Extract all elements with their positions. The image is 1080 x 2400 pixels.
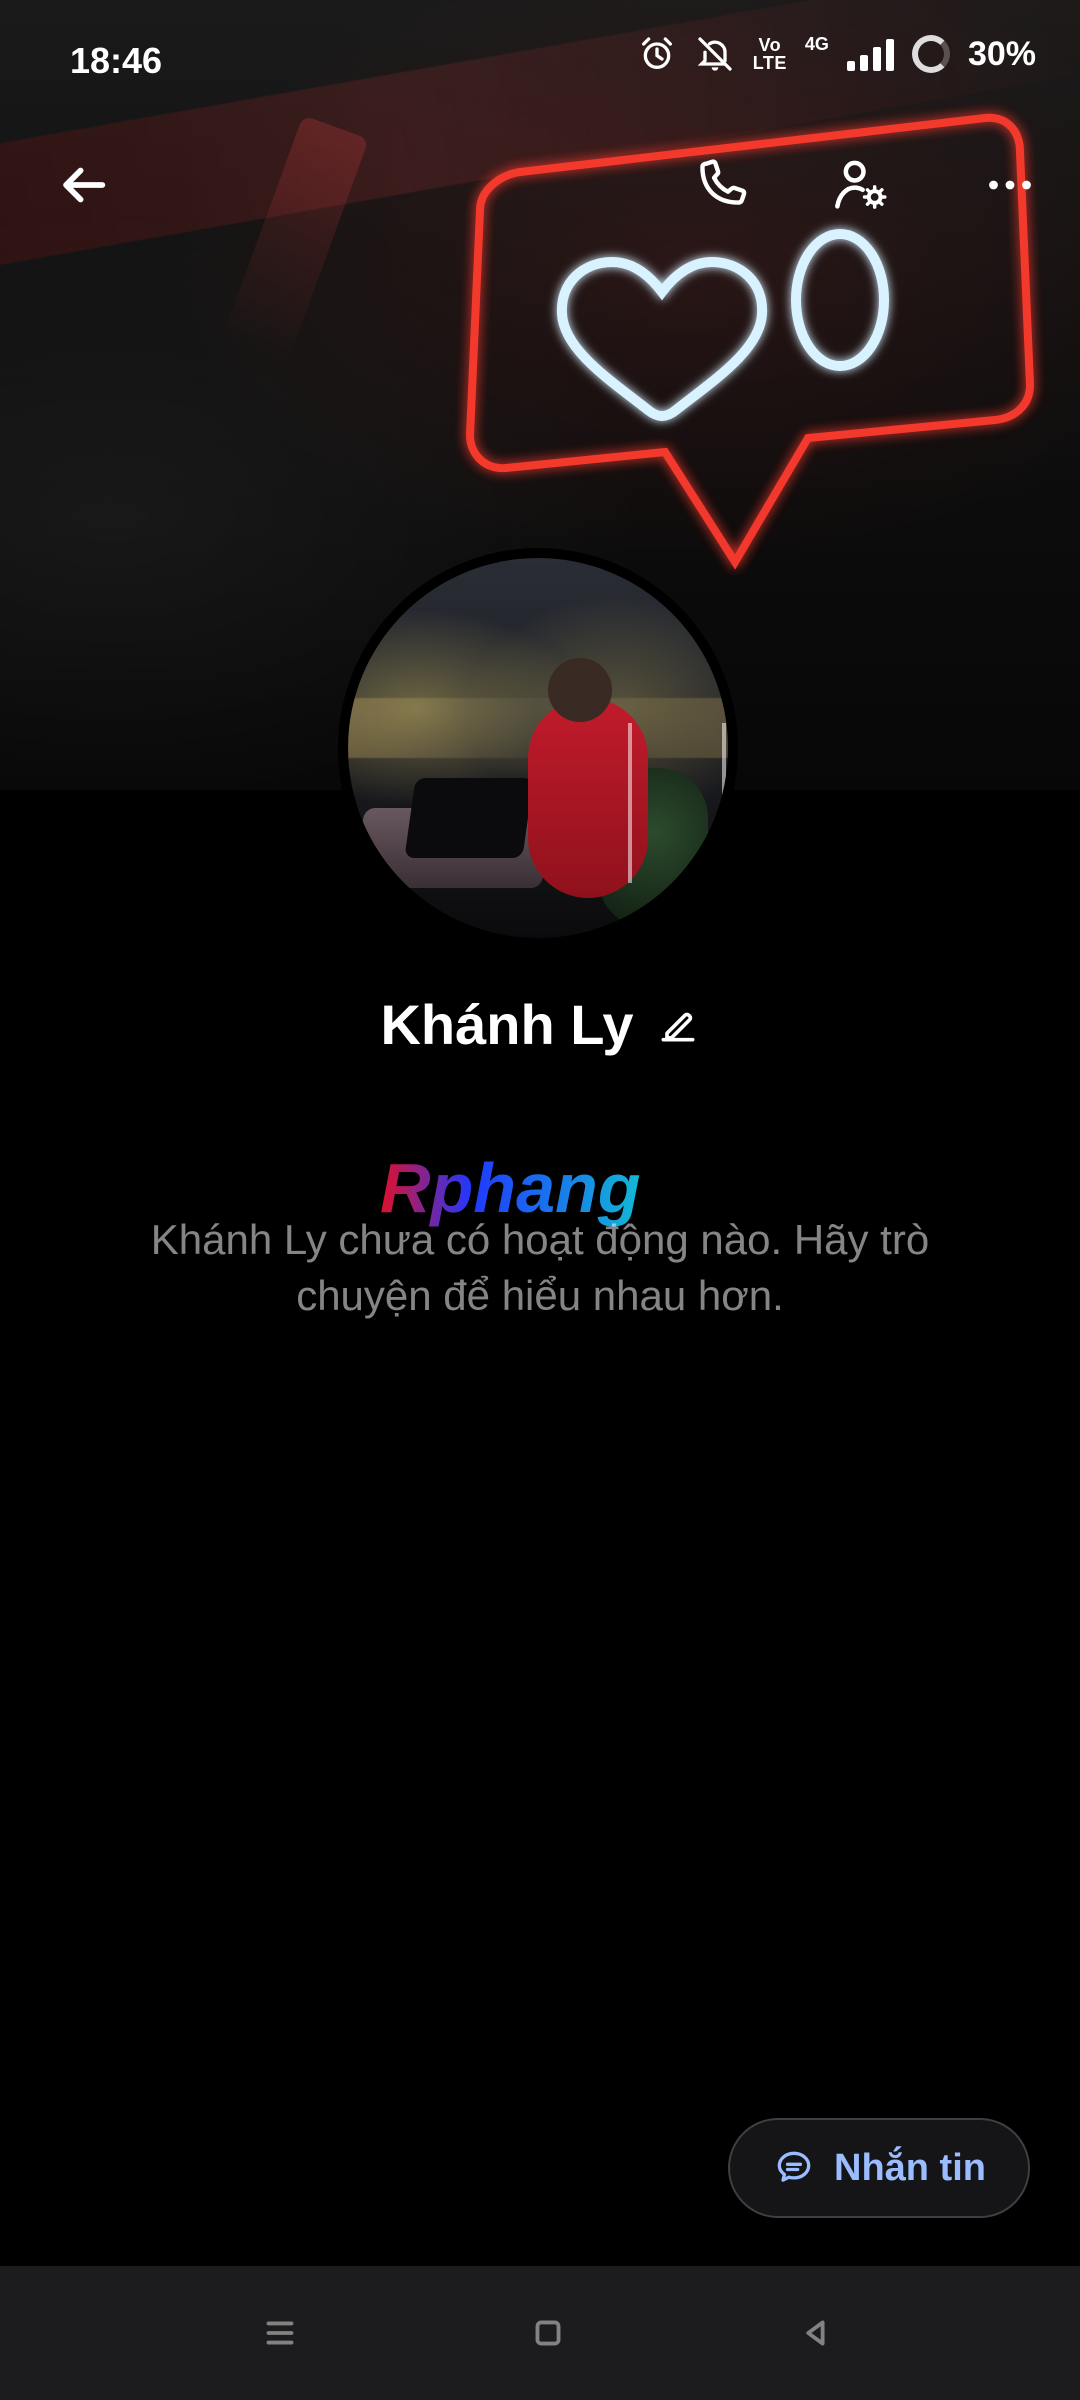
- empty-activity-line-1: Khánh Ly chưa có hoạt động nào. Hãy trò: [150, 1216, 930, 1263]
- mute-icon: [697, 37, 732, 71]
- phone-icon: [700, 159, 747, 205]
- more-options-button[interactable]: [965, 140, 1055, 230]
- system-navigation-bar: [0, 2266, 1080, 2400]
- more-horizontal-icon: [989, 180, 1031, 190]
- edit-name-button[interactable]: [656, 1003, 700, 1047]
- avatar-railing: [628, 723, 726, 883]
- status-icons: Vo LTE 4G 30%: [637, 34, 1036, 74]
- volte-indicator: Vo LTE: [752, 35, 787, 73]
- data-type: 4G: [804, 33, 829, 54]
- home-icon: [535, 2320, 561, 2346]
- battery-percentage: 30%: [967, 34, 1036, 73]
- signal-icon: [846, 37, 894, 71]
- call-button[interactable]: [675, 140, 765, 230]
- nav-home-button[interactable]: [478, 2266, 618, 2400]
- message-button[interactable]: Nhắn tin: [728, 2118, 1030, 2218]
- back-arrow-icon: [63, 167, 106, 203]
- empty-activity-message: Khánh Ly chưa có hoạt động nào. Hãy trò …: [100, 1212, 980, 1324]
- top-action-bar: [0, 140, 1080, 230]
- nav-back-icon: [806, 2320, 825, 2346]
- nav-menu-button[interactable]: [210, 2266, 350, 2400]
- status-time: 18:46: [70, 40, 163, 81]
- pencil-icon: [661, 1012, 695, 1041]
- battery-ring-icon: [911, 35, 950, 73]
- profile-name: Khánh Ly: [380, 993, 634, 1056]
- alarm-icon: [641, 37, 672, 69]
- user-settings-icon: [835, 160, 887, 209]
- empty-activity-line-2: chuyện để hiểu nhau hơn.: [296, 1272, 784, 1319]
- profile-name-row: Khánh Ly: [0, 992, 1080, 1057]
- avatar-head: [548, 658, 612, 722]
- user-settings-button[interactable]: [815, 140, 905, 230]
- menu-icon: [266, 2321, 294, 2345]
- avatar-laptop: [404, 778, 534, 858]
- message-icon: [777, 2151, 811, 2182]
- message-button-label: Nhắn tin: [834, 2146, 986, 2189]
- avatar[interactable]: [348, 558, 728, 938]
- nav-back-button[interactable]: [744, 2266, 884, 2400]
- back-button[interactable]: [38, 140, 128, 230]
- status-bar: 18:46 Vo LTE 4G 30%: [0, 0, 1080, 120]
